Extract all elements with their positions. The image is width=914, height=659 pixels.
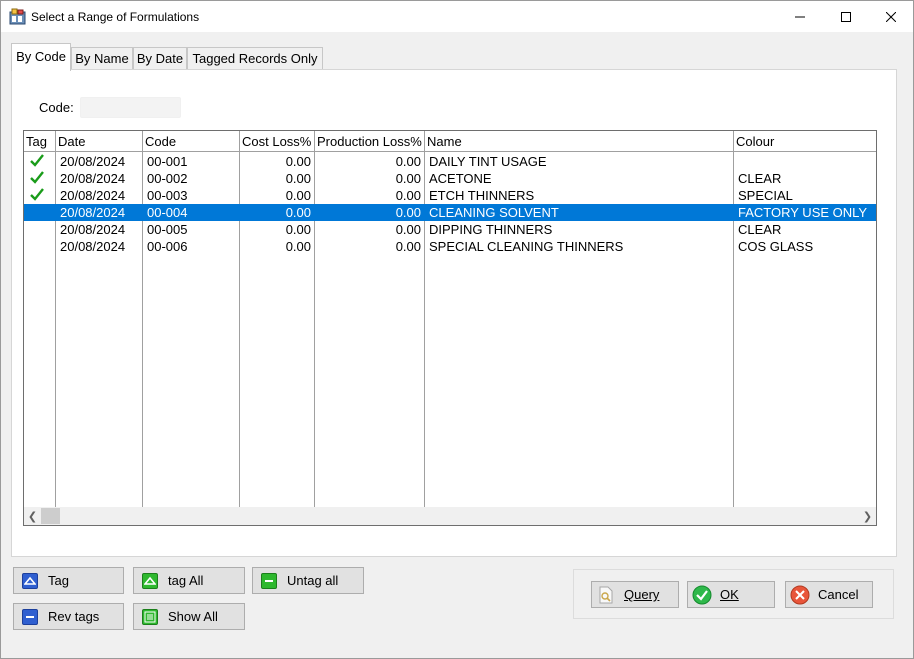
cell-cost-loss: 0.00 (285, 188, 311, 203)
tag-button-label: Tag (48, 573, 69, 588)
close-button[interactable] (868, 1, 914, 32)
cell-colour: SPECIAL (738, 188, 793, 203)
minimize-button[interactable] (777, 1, 823, 32)
column-header-tag[interactable]: Tag (24, 131, 56, 152)
cell-code: 00-001 (147, 154, 188, 169)
untag-all-button-label: Untag all (287, 573, 339, 588)
ok-button-label: OK (720, 587, 739, 602)
rev-tags-icon (22, 608, 38, 625)
cell-code: 00-005 (147, 222, 188, 237)
tag-check-icon (30, 188, 44, 201)
column-header-code[interactable]: Code (143, 131, 240, 152)
tag-check-icon (30, 154, 44, 167)
maximize-icon (841, 11, 851, 22)
grid-header: Tag Date Code Cost Loss% Production Loss… (24, 131, 876, 152)
cell-production-loss: 0.00 (395, 205, 421, 220)
cell-name: SPECIAL CLEANING THINNERS (429, 239, 624, 254)
cell-colour: CLEAR (738, 171, 782, 186)
column-header-colour[interactable]: Colour (734, 131, 876, 152)
rev-tags-button[interactable]: Rev tags (13, 603, 124, 630)
formulations-grid[interactable]: Tag Date Code Cost Loss% Production Loss… (23, 130, 877, 526)
ok-check-icon (692, 585, 712, 605)
table-row[interactable]: 20/08/2024 00-001 0.00 0.00 DAILY TINT USAGE (24, 153, 876, 170)
cell-production-loss: 0.00 (395, 171, 421, 186)
cell-date: 20/08/2024 (60, 205, 126, 220)
show-all-icon (142, 608, 158, 625)
cell-name: CLEANING SOLVENT (429, 205, 559, 220)
cell-colour: FACTORY USE ONLY (738, 205, 868, 220)
rev-tags-button-label: Rev tags (48, 609, 100, 624)
cell-cost-loss: 0.00 (285, 154, 311, 169)
show-all-button[interactable]: Show All (133, 603, 245, 630)
query-button[interactable]: Query (591, 581, 679, 608)
horizontal-scrollbar[interactable]: ❮ ❯ (24, 507, 876, 525)
cell-production-loss: 0.00 (395, 188, 421, 203)
cell-cost-loss: 0.00 (285, 222, 311, 237)
title-bar: Select a Range of Formulations (1, 1, 913, 32)
tag-button[interactable]: Tag (13, 567, 124, 594)
ok-button[interactable]: OK (687, 581, 775, 608)
cell-colour (735, 154, 876, 170)
table-row[interactable]: 20/08/2024 00-004 0.00 0.00 CLEANING SOLVENT… (24, 204, 876, 221)
column-header-production-loss[interactable]: Production Loss% (315, 131, 425, 152)
cell-code: 00-006 (147, 239, 188, 254)
table-row[interactable]: 20/08/2024 00-003 0.00 0.00 ETCH THINNERS SPE… (24, 187, 876, 204)
cancel-x-icon (790, 585, 810, 605)
scroll-right-icon[interactable]: ❯ (859, 507, 876, 525)
cancel-button-label: Cancel (818, 587, 859, 602)
cell-name: DAILY TINT USAGE (429, 154, 547, 169)
cell-date: 20/08/2024 (60, 154, 126, 169)
maximize-button[interactable] (823, 1, 869, 32)
cancel-button[interactable]: Cancel (785, 581, 873, 608)
untag-all-button[interactable]: Untag all (252, 567, 364, 594)
tag-check-icon (30, 171, 44, 184)
tag-all-button-label: tag All (168, 573, 204, 588)
cell-date: 20/08/2024 (60, 239, 126, 254)
cell-date: 20/08/2024 (60, 188, 126, 203)
window-title: Select a Range of Formulations (31, 10, 200, 24)
query-button-label: Query (624, 587, 660, 602)
cell-date: 20/08/2024 (60, 222, 126, 237)
dialog-window: Select a Range of Formulations By Code B… (0, 0, 914, 659)
column-header-name[interactable]: Name (425, 131, 734, 152)
cell-cost-loss: 0.00 (285, 171, 311, 186)
cell-colour: CLEAR (738, 222, 782, 237)
cell-code: 00-002 (147, 171, 188, 186)
scroll-left-icon[interactable]: ❮ (24, 507, 41, 525)
cell-name: ETCH THINNERS (429, 188, 535, 203)
code-input[interactable] (80, 97, 181, 118)
table-row[interactable]: 20/08/2024 00-005 0.00 0.00 DIPPING THINNERS… (24, 221, 876, 238)
cell-production-loss: 0.00 (395, 239, 421, 254)
tab-by-code[interactable]: By Code (11, 43, 71, 71)
cell-cost-loss: 0.00 (285, 239, 311, 254)
tab-by-date[interactable]: By Date (133, 47, 187, 70)
cell-code: 00-004 (147, 205, 188, 220)
minimize-icon (795, 16, 805, 17)
table-row[interactable]: 20/08/2024 00-006 0.00 0.00 SPECIAL CLEANING… (24, 238, 876, 255)
show-all-button-label: Show All (168, 609, 218, 624)
tab-by-name[interactable]: By Name (71, 47, 133, 70)
tab-tagged-records-only[interactable]: Tagged Records Only (187, 47, 323, 70)
cell-name: DIPPING THINNERS (429, 222, 553, 237)
cell-production-loss: 0.00 (395, 222, 421, 237)
tag-all-button[interactable]: tag All (133, 567, 245, 594)
cell-code: 00-003 (147, 188, 188, 203)
tag-icon (22, 572, 38, 589)
cell-colour: COS GLASS (738, 239, 814, 254)
column-header-date[interactable]: Date (56, 131, 143, 152)
table-row[interactable]: 20/08/2024 00-002 0.00 0.00 ACETONE CLEAR (24, 170, 876, 187)
close-icon (886, 11, 896, 22)
cell-date: 20/08/2024 (60, 171, 126, 186)
cell-cost-loss: 0.00 (285, 205, 311, 220)
untag-all-icon (261, 572, 277, 589)
code-label: Code: (39, 100, 74, 115)
scroll-thumb[interactable] (41, 508, 60, 524)
tag-all-icon (142, 572, 158, 589)
app-icon (9, 8, 26, 25)
query-icon (596, 585, 616, 605)
cell-name: ACETONE (429, 171, 492, 186)
column-header-cost-loss[interactable]: Cost Loss% (240, 131, 315, 152)
cell-production-loss: 0.00 (395, 154, 421, 169)
